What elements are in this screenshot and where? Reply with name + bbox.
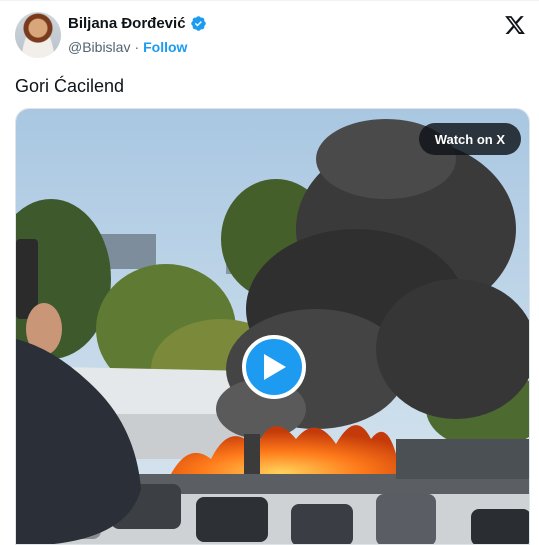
author-name-row: Biljana Đorđević	[68, 15, 207, 32]
author-name[interactable]: Biljana Đorđević	[68, 15, 186, 32]
tweet-text: Gori Ćacilend	[15, 76, 125, 96]
author-handle-row: @Bibislav · Follow	[68, 39, 187, 55]
top-divider	[0, 0, 539, 1]
follow-button[interactable]: Follow	[143, 39, 187, 55]
video-frame	[16, 109, 529, 544]
author-handle[interactable]: @Bibislav	[68, 39, 130, 55]
play-icon	[264, 354, 286, 380]
x-logo-icon[interactable]	[504, 14, 526, 36]
verified-badge-icon	[190, 16, 206, 31]
tweet-header: Biljana Đorđević @Bibislav · Follow	[15, 12, 530, 62]
watch-on-x-button[interactable]: Watch on X	[418, 123, 521, 155]
avatar[interactable]	[15, 12, 61, 58]
separator-dot: ·	[134, 39, 140, 55]
play-button[interactable]	[242, 335, 306, 399]
video-player[interactable]: Watch on X	[15, 108, 530, 545]
